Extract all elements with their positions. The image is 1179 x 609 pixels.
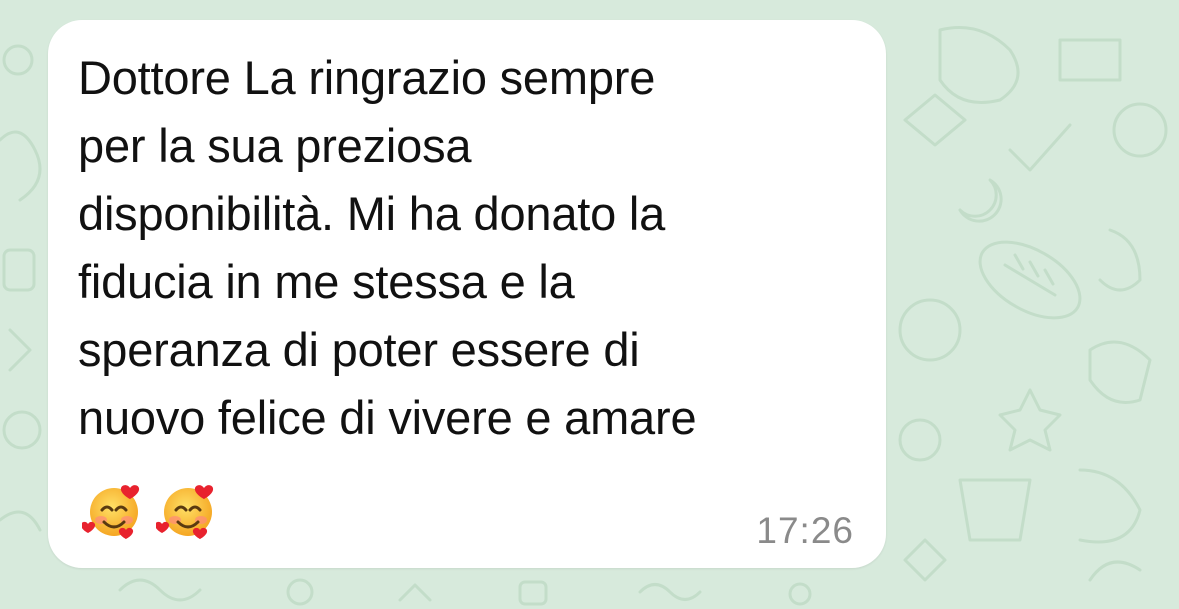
smiling-face-with-hearts-icon <box>156 485 214 539</box>
message-line: disponibilità. Mi ha donato la <box>78 187 666 240</box>
message-line: per la sua preziosa <box>78 119 472 172</box>
message-bubble[interactable]: Dottore La ringrazio sempre per la sua p… <box>48 20 886 568</box>
smiling-face-with-hearts-icon <box>82 485 140 539</box>
message-timestamp: 17:26 <box>756 510 854 551</box>
message-line: fiducia in me stessa e la <box>78 255 575 308</box>
message-line: speranza di poter essere di <box>78 323 640 376</box>
message-emojis <box>82 478 220 542</box>
message-line: nuovo felice di vivere e amare <box>78 391 697 444</box>
message-text: Dottore La ringrazio sempre per la sua p… <box>78 44 868 452</box>
message-line: Dottore La ringrazio sempre <box>78 51 656 104</box>
